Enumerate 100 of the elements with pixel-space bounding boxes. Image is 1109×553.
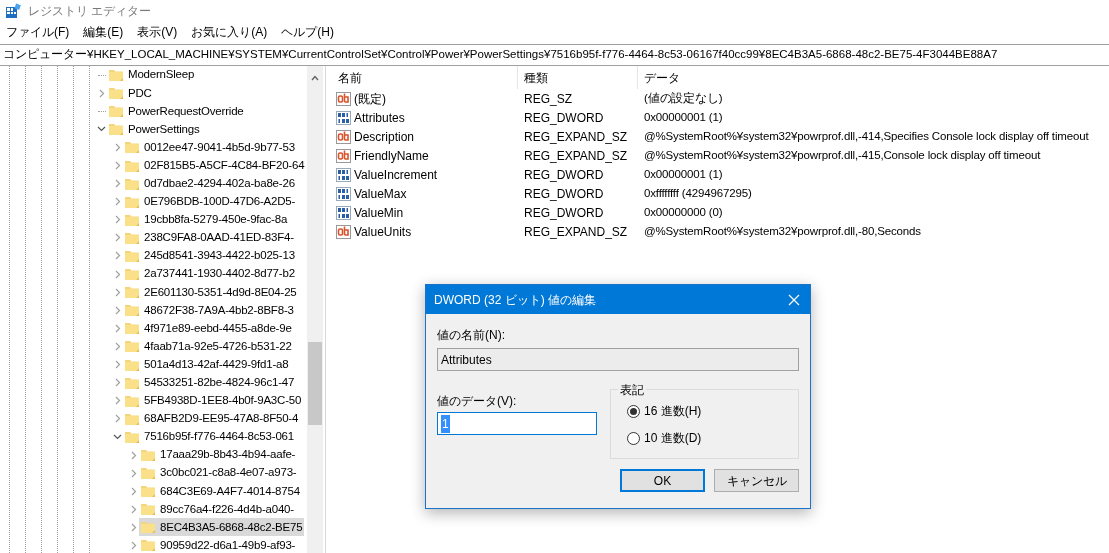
value-name[interactable]: ValueUnits: [354, 222, 412, 241]
scrollbar[interactable]: [307, 66, 323, 553]
folder-icon: [140, 519, 156, 536]
value-name[interactable]: (既定): [354, 89, 386, 108]
tree-item[interactable]: 19cbb8fa-5279-450e-9fac-8a: [123, 210, 290, 229]
value-data: 0x00000001 (1): [643, 166, 723, 182]
dialog-button[interactable]: キャンセル: [714, 469, 799, 492]
tree-item[interactable]: 0d7dbae2-4294-402a-ba8e-26: [123, 174, 297, 193]
expand-chevron-icon[interactable]: [130, 468, 137, 478]
folder-icon: [140, 447, 156, 463]
tree-item[interactable]: 0012ee47-9041-4b5d-9b77-53: [123, 138, 297, 157]
expand-chevron-icon[interactable]: [114, 161, 121, 170]
folder-icon: [124, 338, 140, 355]
tree-item[interactable]: 8EC4B3A5-6868-48c2-BE75: [139, 518, 305, 537]
tree-item[interactable]: 48672F38-7A9A-4bb2-8BF8-3: [123, 301, 296, 320]
value-name[interactable]: Description: [354, 127, 415, 146]
tree-item[interactable]: 89cc76a4-f226-4d4b-a040-: [139, 500, 296, 519]
radio-option[interactable]: 10 進数(D): [627, 429, 798, 447]
tree-item[interactable]: 68AFB2D9-EE95-47A8-8F50-4: [123, 409, 301, 428]
tree-item[interactable]: 501a4d13-42af-4429-9fd1-a8: [123, 355, 291, 374]
value-data: 0x00000001 (1): [643, 109, 723, 125]
expand-chevron-icon[interactable]: [114, 305, 121, 315]
value-type: REG_DWORD: [523, 166, 605, 184]
radio-option[interactable]: 16 進数(H): [627, 402, 798, 420]
tree-item[interactable]: 2E601130-5351-4d9d-8E04-25: [123, 283, 299, 302]
dialog-button[interactable]: OK: [620, 469, 705, 492]
scroll-up-icon[interactable]: [311, 75, 319, 81]
tree-item[interactable]: 3c0bc021-c8a8-4e07-a973-: [139, 464, 299, 483]
expand-chevron-icon[interactable]: [114, 215, 121, 225]
expand-chevron-icon[interactable]: [114, 414, 121, 424]
expand-chevron-icon[interactable]: [114, 287, 121, 297]
text-value-icon: [336, 90, 352, 107]
expand-chevron-icon[interactable]: [114, 360, 121, 370]
column-header[interactable]: 種類: [518, 66, 638, 89]
tree-item[interactable]: 7516b95f-f776-4464-8c53-061: [123, 427, 296, 446]
value-name[interactable]: ValueIncrement: [354, 165, 438, 184]
text-value-icon: [336, 147, 352, 164]
menu-item[interactable]: お気に入り(A): [187, 23, 272, 41]
folder-icon: [140, 537, 156, 553]
radio-button[interactable]: [627, 431, 640, 445]
tree-item[interactable]: 245d8541-3943-4422-b025-13: [123, 246, 297, 266]
expand-chevron-icon[interactable]: [114, 179, 121, 189]
folder-icon: [124, 302, 140, 319]
expand-chevron-icon[interactable]: [114, 323, 121, 333]
value-name[interactable]: ValueMin: [354, 203, 404, 222]
close-icon[interactable]: [788, 293, 800, 306]
value-name[interactable]: ValueMax: [354, 184, 407, 203]
menu-item[interactable]: 表示(V): [133, 23, 182, 41]
expand-chevron-icon[interactable]: [130, 504, 137, 514]
radio-button[interactable]: [627, 404, 640, 418]
folder-icon: [124, 284, 140, 301]
menu-item[interactable]: 編集(E): [79, 23, 128, 41]
value-name-field: Attributes: [437, 348, 799, 371]
menu-item[interactable]: ファイル(F): [2, 23, 74, 41]
collapse-chevron-icon[interactable]: [97, 126, 106, 133]
expand-chevron-icon[interactable]: [114, 142, 121, 152]
tree-item[interactable]: PDC: [107, 84, 154, 103]
expand-chevron-icon[interactable]: [130, 450, 137, 460]
menu-item[interactable]: ヘルプ(H): [277, 23, 338, 41]
column-header[interactable]: 名前: [332, 66, 518, 89]
tree-item[interactable]: PowerRequestOverride: [107, 102, 246, 121]
tree-item[interactable]: 90959d22-d6a1-49b9-af93-: [139, 536, 298, 553]
tree-item[interactable]: 5FB4938D-1EE8-4b0f-9A3C-50: [123, 391, 304, 410]
tree-item[interactable]: 2a737441-1930-4402-8d77-b2: [123, 265, 297, 284]
expand-chevron-icon[interactable]: [114, 197, 121, 207]
folder-icon: [124, 248, 140, 264]
tree-item[interactable]: 17aaa29b-8b43-4b94-aafe-: [139, 445, 298, 465]
binary-value-icon: [336, 166, 352, 183]
tree-item[interactable]: ModernSleep: [107, 66, 197, 85]
expand-chevron-icon[interactable]: [114, 378, 121, 388]
tree-item[interactable]: 684C3E69-A4F7-4014-8754: [139, 482, 302, 501]
tree-item[interactable]: 4f971e89-eebd-4455-a8de-9e: [123, 319, 294, 338]
tree-item[interactable]: 238C9FA8-0AAD-41ED-83F4-: [123, 228, 296, 247]
tree-item[interactable]: 54533251-82be-4824-96c1-47: [123, 373, 297, 392]
expand-chevron-icon[interactable]: [130, 486, 137, 496]
value-data: @%SystemRoot%¥system32¥powrprof.dll,-415,Console lock display off timeout: [643, 147, 1041, 163]
scrollbar-thumb[interactable]: [308, 342, 322, 425]
tree-item[interactable]: 4faab71a-92e5-4726-b531-22: [123, 337, 294, 356]
binary-value-icon: [336, 109, 352, 126]
folder-icon: [108, 121, 124, 138]
expand-chevron-icon[interactable]: [114, 233, 121, 243]
text-value-icon: [336, 223, 352, 240]
expand-chevron-icon[interactable]: [114, 396, 121, 406]
tree-item[interactable]: 02F815B5-A5CF-4C84-BF20-64: [123, 156, 307, 175]
expand-chevron-icon[interactable]: [114, 341, 121, 351]
collapse-chevron-icon[interactable]: [113, 433, 122, 440]
field-label: 値のデータ(V):: [437, 393, 518, 408]
expand-chevron-icon[interactable]: [130, 522, 137, 532]
expand-chevron-icon[interactable]: [98, 88, 105, 98]
tree-item[interactable]: PowerSettings: [107, 120, 202, 139]
value-name[interactable]: FriendlyName: [354, 146, 429, 165]
address-bar[interactable]: コンピューター¥HKEY_LOCAL_MACHINE¥SYSTEM¥CurrentControlSet¥Control¥Power¥PowerSettings¥7516b95f-f776-4464-8c53-06167f40cc99¥8EC4B3A5-6868-48c2-BE75-4F3044BE88A7: [3, 46, 998, 64]
value-type: REG_EXPAND_SZ: [523, 147, 629, 165]
expand-chevron-icon[interactable]: [130, 541, 137, 550]
value-name[interactable]: Attributes: [354, 108, 405, 127]
column-header[interactable]: データ: [638, 66, 1109, 89]
expand-chevron-icon[interactable]: [114, 269, 121, 279]
expand-chevron-icon[interactable]: [114, 251, 121, 261]
folder-icon: [140, 483, 156, 500]
tree-item[interactable]: 0E796BDB-100D-47D6-A2D5-: [123, 192, 298, 211]
